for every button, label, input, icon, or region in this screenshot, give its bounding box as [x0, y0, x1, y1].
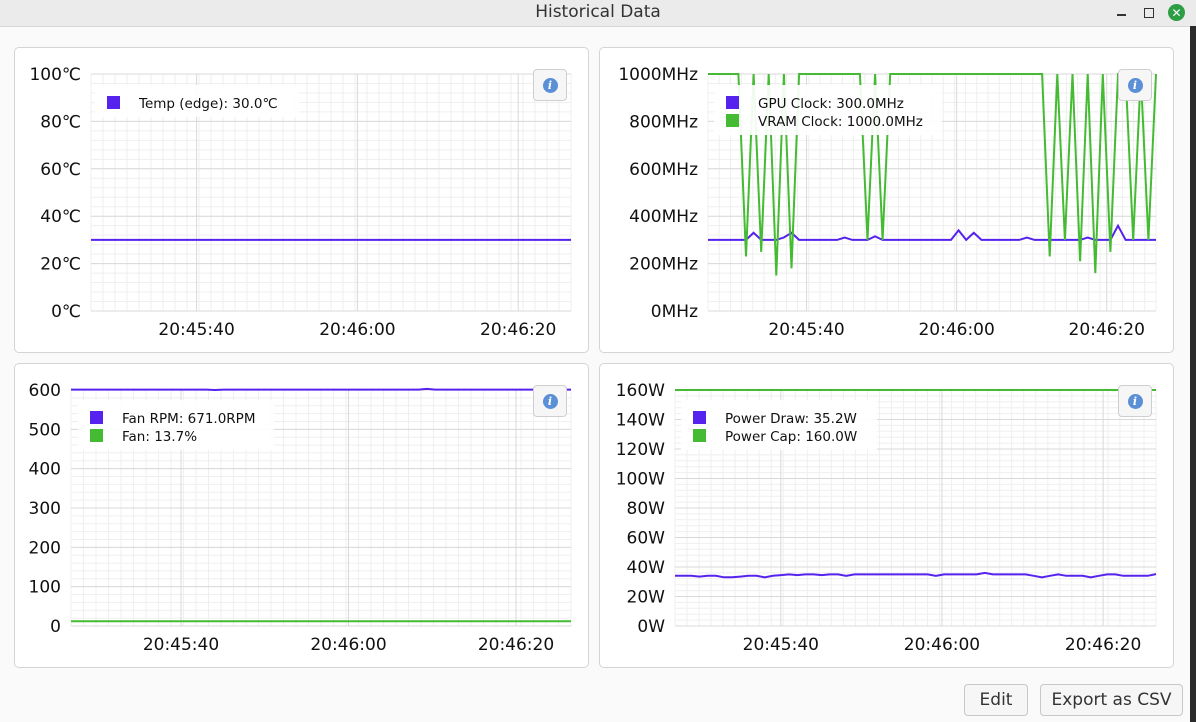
legend-swatch [693, 411, 706, 424]
clock-chart-panel: 1000MHz 800MHz 600MHz 400MHz 200MHz 0MHz 20:45… [599, 47, 1174, 353]
x-tick-label: 20:45:40 [768, 320, 844, 340]
fan-chart: 600 500 400 300 200 100 0 20:45:40 20:46:00 20:46… [29, 381, 572, 655]
x-tick-label: 20:46:00 [319, 320, 395, 340]
y-tick-label: 80℃ [40, 112, 81, 132]
y-tick-label: 100 [29, 578, 61, 598]
edit-button[interactable]: Edit [964, 684, 1028, 716]
legend-label: Temp (edge): 30.0℃ [138, 96, 278, 112]
minimize-icon [1117, 14, 1126, 16]
y-tick-label: 0W [637, 617, 665, 637]
y-tick-label: 40W [627, 558, 666, 578]
window-title: Historical Data [535, 2, 661, 22]
legend-label: GPU Clock: 300.0MHz [758, 96, 904, 112]
info-button[interactable]: i [533, 69, 567, 101]
legend-swatch [726, 114, 739, 127]
x-tick-label: 20:45:40 [143, 635, 219, 655]
y-tick-label: 800MHz [629, 112, 698, 132]
info-icon: i [1127, 77, 1143, 93]
window-edge [1190, 26, 1196, 722]
x-tick-label: 20:46:00 [918, 320, 994, 340]
info-button[interactable]: i [533, 385, 567, 417]
y-tick-label: 20W [627, 588, 666, 608]
y-tick-label: 300 [29, 499, 61, 519]
legend-swatch [107, 96, 120, 109]
y-tick-label: 120W [616, 440, 665, 460]
y-tick-label: 60℃ [40, 160, 81, 180]
info-icon: i [542, 393, 558, 409]
y-tick-label: 1000MHz [618, 65, 698, 85]
x-tick-label: 20:46:20 [480, 320, 556, 340]
y-tick-label: 200 [29, 538, 61, 558]
close-icon: ✕ [1171, 5, 1182, 20]
legend-label: VRAM Clock: 1000.0MHz [758, 114, 923, 130]
x-tick-label: 20:46:20 [1065, 635, 1141, 655]
y-tick-label: 140W [616, 411, 665, 431]
legend-label: Power Draw: 35.2W [725, 411, 857, 427]
y-tick-label: 80W [627, 499, 666, 519]
power-chart-panel: 160W 140W 120W 100W 80W 60W 40W 20W 0W 20:45:40 20… [599, 363, 1174, 668]
temperature-chart-panel: 100℃ 80℃ 60℃ 40℃ 20℃ 0℃ 20:45:40 20:46:00 20:46:… [14, 47, 589, 353]
y-tick-label: 400MHz [629, 207, 698, 227]
x-tick-label: 20:46:00 [904, 635, 980, 655]
y-tick-label: 0℃ [51, 302, 81, 322]
info-icon: i [1127, 393, 1143, 409]
series-line [71, 387, 571, 392]
y-tick-label: 40℃ [40, 207, 81, 227]
info-button[interactable]: i [1118, 385, 1152, 417]
x-tick-label: 20:45:40 [158, 320, 234, 340]
power-chart: 160W 140W 120W 100W 80W 60W 40W 20W 0W 20:45:40 20… [616, 381, 1157, 655]
legend-label: Fan RPM: 671.0RPM [122, 411, 255, 427]
y-tick-label: 400 [29, 460, 61, 480]
y-tick-label: 20℃ [40, 255, 81, 275]
legend: Temp (edge): 30.0℃ [95, 85, 299, 117]
y-tick-label: 600 [29, 381, 61, 401]
legend-label: Fan: 13.7% [122, 429, 197, 445]
x-tick-label: 20:46:20 [478, 635, 554, 655]
clock-chart: 1000MHz 800MHz 600MHz 400MHz 200MHz 0MHz 20:45… [618, 65, 1157, 340]
y-tick-label: 0MHz [651, 302, 698, 322]
export-csv-button[interactable]: Export as CSV [1040, 684, 1183, 716]
legend: Power Draw: 35.2W Power Cap: 160.0W [681, 400, 877, 450]
legend-swatch [726, 96, 739, 109]
legend-swatch [693, 429, 706, 442]
y-tick-label: 160W [616, 381, 665, 401]
fan-chart-panel: 600 500 400 300 200 100 0 20:45:40 20:46:00 20:46… [14, 363, 589, 668]
legend: Fan RPM: 671.0RPM Fan: 13.7% [78, 400, 274, 450]
info-button[interactable]: i [1118, 69, 1152, 101]
x-tick-label: 20:46:20 [1069, 320, 1145, 340]
y-tick-label: 100℃ [29, 65, 81, 85]
title-bar: Historical Data ✕ [0, 0, 1196, 27]
legend-swatch [90, 411, 103, 424]
legend-label: Power Cap: 160.0W [725, 429, 857, 445]
info-icon: i [542, 77, 558, 93]
minimize-button[interactable] [1113, 4, 1130, 21]
legend-swatch [90, 429, 103, 442]
close-button[interactable]: ✕ [1168, 4, 1185, 21]
y-tick-label: 60W [627, 529, 666, 549]
y-tick-label: 200MHz [629, 255, 698, 275]
maximize-button[interactable] [1140, 4, 1157, 21]
x-tick-label: 20:45:40 [743, 635, 819, 655]
temperature-chart: 100℃ 80℃ 60℃ 40℃ 20℃ 0℃ 20:45:40 20:46:00 20:46:… [29, 65, 572, 340]
y-tick-label: 0 [50, 617, 61, 637]
legend: GPU Clock: 300.0MHz VRAM Clock: 1000.0MHz [714, 85, 942, 135]
y-tick-label: 500 [29, 420, 61, 440]
y-tick-label: 600MHz [629, 160, 698, 180]
maximize-icon [1143, 7, 1154, 18]
y-tick-label: 100W [616, 470, 665, 490]
x-tick-label: 20:46:00 [310, 635, 386, 655]
